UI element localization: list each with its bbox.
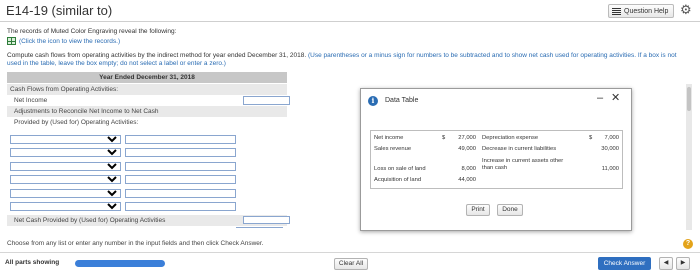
adjustment-row xyxy=(7,134,287,145)
statement-row: Net Cash Provided by (Used for) Operatin… xyxy=(7,215,290,226)
check-answer-button[interactable]: Check Answer xyxy=(598,257,651,270)
data-label-continued: than cash xyxy=(482,165,508,171)
spreadsheet-icon[interactable] xyxy=(7,37,16,45)
scrollbar-thumb[interactable] xyxy=(687,87,691,111)
page-header: E14-19 (similar to) Question Help ⚙ xyxy=(0,0,700,22)
data-label: Increase in current assets other xyxy=(482,158,564,164)
data-value: 44,000 xyxy=(458,177,476,183)
statement-row-label: Provided by (Used for) Operating Activit… xyxy=(14,119,139,126)
adjustment-row xyxy=(7,188,287,199)
data-value: 49,000 xyxy=(458,146,476,152)
next-button[interactable]: ▶ xyxy=(676,257,690,270)
help-icon[interactable]: ? xyxy=(683,239,693,249)
data-label: Acquisition of land xyxy=(374,177,422,183)
data-value: 30,000 xyxy=(601,146,619,152)
statement-row: Adjustments to Reconcile Net Income to N… xyxy=(7,106,287,117)
statement-row: Net Income xyxy=(7,95,290,106)
adjustment-row xyxy=(7,161,287,172)
adjustment-label-select[interactable] xyxy=(10,162,121,171)
currency-symbol: $ xyxy=(589,135,593,141)
previous-button[interactable]: ◀ xyxy=(659,257,673,270)
adjustment-label-select[interactable] xyxy=(10,135,121,144)
data-value: 11,000 xyxy=(601,166,619,172)
dialog-title: Data Table xyxy=(385,97,419,104)
vertical-scrollbar[interactable] xyxy=(686,84,692,230)
adjustment-amount-input[interactable] xyxy=(125,148,236,157)
clear-all-button[interactable]: Clear All xyxy=(334,258,368,270)
instructions: Compute cash flows from operating activi… xyxy=(7,52,691,68)
statement-row: Cash Flows from Operating Activities: xyxy=(7,84,287,95)
question-help-button[interactable]: Question Help xyxy=(608,4,674,18)
adjustment-amount-input[interactable] xyxy=(125,135,236,144)
data-value: 7,000 xyxy=(604,135,619,141)
footer-note: Choose from any list or enter any number… xyxy=(7,240,264,247)
statement-row-label: Cash Flows from Operating Activities: xyxy=(10,86,119,93)
data-value: 27,000 xyxy=(458,135,476,141)
data-label: Net income xyxy=(374,135,404,141)
net-income-input[interactable] xyxy=(243,96,290,105)
adjustment-label-select[interactable] xyxy=(10,148,121,157)
net-cash-input[interactable] xyxy=(243,216,290,224)
minimize-icon[interactable]: – xyxy=(597,92,603,104)
info-icon: i xyxy=(368,96,378,106)
records-link[interactable]: (Click the icon to view the records.) xyxy=(7,37,120,45)
adjustment-row xyxy=(7,174,287,185)
data-label: Depreciation expense xyxy=(482,135,539,141)
parts-progress-bar xyxy=(75,260,165,267)
close-icon[interactable]: ✕ xyxy=(611,92,620,104)
data-table: Net income $ 27,000 Sales revenue 49,000… xyxy=(370,130,623,189)
list-icon xyxy=(612,7,621,15)
print-button[interactable]: Print xyxy=(466,204,490,216)
double-underline xyxy=(236,227,283,228)
data-value: 8,000 xyxy=(461,166,476,172)
adjustment-amount-input[interactable] xyxy=(125,189,236,198)
data-label: Sales revenue xyxy=(374,146,412,152)
parts-showing-label: All parts showing xyxy=(5,259,60,266)
adjustment-amount-input[interactable] xyxy=(125,202,236,211)
statement-header: Year Ended December 31, 2018 xyxy=(7,72,287,83)
instructions-main: Compute cash flows from operating activi… xyxy=(7,52,307,59)
adjustment-label-select[interactable] xyxy=(10,189,121,198)
question-help-label: Question Help xyxy=(624,7,669,15)
records-link-label[interactable]: (Click the icon to view the records.) xyxy=(19,38,120,45)
data-label: Decrease in current liabilities xyxy=(482,146,557,152)
statement-row-label: Adjustments to Reconcile Net Income to N… xyxy=(14,108,159,115)
intro-text: The records of Muted Color Engraving rev… xyxy=(7,28,177,35)
data-table-dialog: i Data Table – ✕ Net income $ 27,000 Sal… xyxy=(360,88,632,231)
adjustment-label-select[interactable] xyxy=(10,202,121,211)
page-title: E14-19 (similar to) xyxy=(6,3,113,18)
adjustment-label-select[interactable] xyxy=(10,175,121,184)
net-cash-label: Net Cash Provided by (Used for) Operatin… xyxy=(14,217,166,224)
bottom-bar: All parts showing Clear All Check Answer… xyxy=(0,252,700,273)
statement-row-label: Net Income xyxy=(14,97,48,104)
statement-row: Provided by (Used for) Operating Activit… xyxy=(7,117,287,128)
adjustment-amount-input[interactable] xyxy=(125,162,236,171)
data-label: Loss on sale of land xyxy=(374,166,426,172)
adjustment-row xyxy=(7,147,287,158)
done-button[interactable]: Done xyxy=(497,204,523,216)
adjustment-row xyxy=(7,201,287,212)
gear-icon[interactable]: ⚙ xyxy=(680,3,692,17)
currency-symbol: $ xyxy=(442,135,446,141)
adjustment-amount-input[interactable] xyxy=(125,175,236,184)
